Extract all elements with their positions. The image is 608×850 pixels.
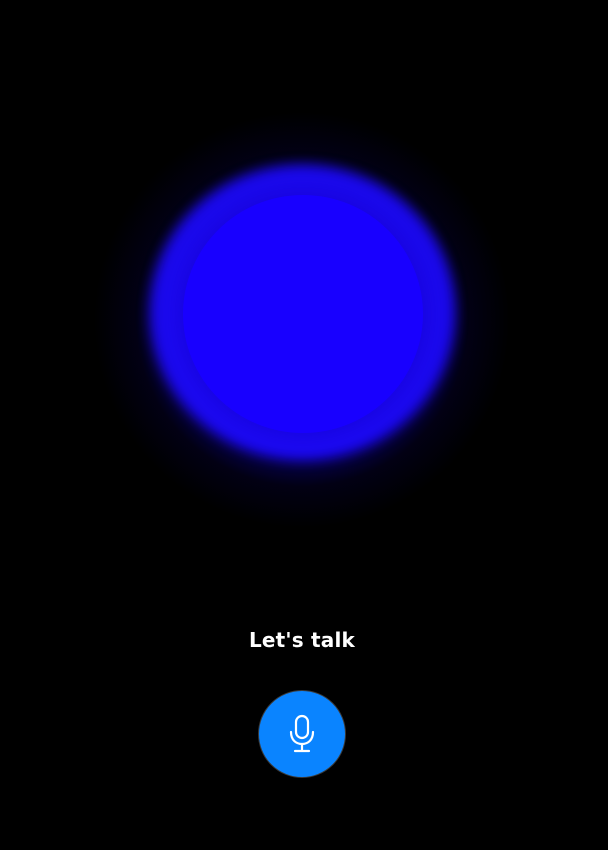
microphone-button[interactable] (258, 690, 346, 778)
voice-orb (183, 195, 423, 433)
status-label: Let's talk (248, 628, 356, 652)
microphone-icon (289, 714, 315, 753)
voice-assistant-screen: Let's talk (0, 0, 608, 850)
